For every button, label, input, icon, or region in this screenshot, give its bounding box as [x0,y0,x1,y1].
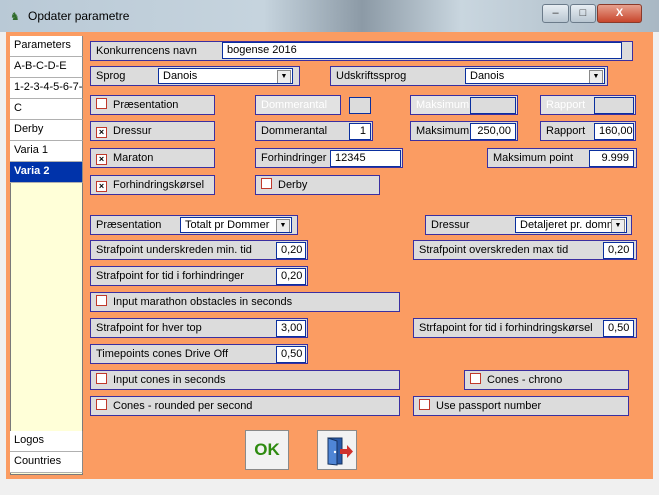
dressage-max-label: Maksimum [416,125,470,137]
presentation-checkbox[interactable]: Præsentation [90,95,215,115]
print-language-label: Udskriftssprog [336,70,407,82]
cones-seconds-label: Input cones in seconds [113,374,226,386]
penalty-time-cones-input[interactable]: 0,50 [603,320,634,337]
penalty-time-obstacles-label: Strafpoint for tid i forhindringer [96,270,244,282]
derby-label: Derby [278,179,308,191]
dressage-mode-label: Dressur [431,219,470,231]
tab-logos[interactable]: Logos [10,431,83,452]
tab-parameters[interactable]: Parameters [10,36,83,57]
cones-label: Forhindringskørsel [113,179,205,191]
timepoints-drive-off-input[interactable]: 0,50 [276,346,306,363]
chevron-down-icon: ▼ [611,219,625,232]
penalty-time-cones-label: Strfapoint for tid i forhindringskørsel [419,322,593,334]
presentation-mode-value: Totalt pr Dommer [185,219,270,231]
ok-button[interactable]: OK [245,430,289,470]
penalty-time-obstacles-input[interactable]: 0,20 [276,268,306,285]
maximize-button[interactable]: □ [570,4,596,23]
print-language-value: Danois [470,70,505,82]
dressage-judges-input[interactable]: 1 [349,123,371,140]
minimize-button[interactable]: – [542,4,569,23]
tab-derby[interactable]: Derby [10,120,83,141]
checkbox-unchecked-icon [96,399,107,410]
cones-seconds-checkbox[interactable]: Input cones in seconds [90,370,400,390]
print-language-select[interactable]: Danois ▼ [465,68,605,84]
timepoints-drive-off-label: Timepoints cones Drive Off [96,348,229,360]
dressage-checkbox[interactable]: × Dressur [90,121,215,141]
max-points-label: Maksimum point [493,152,574,164]
penalty-over-max-label: Strafpoint overskreden max tid [419,244,569,256]
obstacles-input[interactable]: 12345 [330,150,401,167]
marathon-seconds-label: Input marathon obstacles in seconds [113,296,293,308]
tab-countries[interactable]: Countries [10,452,83,473]
checkbox-checked-icon: × [96,181,107,192]
presentation-report-input [594,97,634,114]
chevron-down-icon: ▼ [589,70,603,83]
checkbox-unchecked-icon [96,295,107,306]
presentation-judges-input [349,97,371,114]
dressage-label: Dressur [113,125,152,137]
dressage-report-input[interactable]: 160,00 [594,123,634,140]
marathon-label: Maraton [113,152,154,164]
chevron-down-icon: ▼ [277,70,291,83]
tab-abcde[interactable]: A-B-C-D-E [10,57,83,78]
competition-name-input[interactable]: bogense 2016 [222,42,622,59]
tab-c[interactable]: C [10,99,83,120]
penalty-under-min-label: Strafpoint underskreden min. tid [96,244,252,256]
dressage-report-label: Rapport [546,125,586,137]
app-horse-icon: ♞ [10,11,20,23]
language-select[interactable]: Danois ▼ [158,68,293,84]
passport-label: Use passport number [436,400,542,412]
marathon-checkbox[interactable]: × Maraton [90,148,215,168]
presentation-mode-select[interactable]: Totalt pr Dommer ▼ [180,217,292,233]
cones-rounded-checkbox[interactable]: Cones - rounded per second [90,396,400,416]
cones-rounded-label: Cones - rounded per second [113,400,253,412]
checkbox-unchecked-icon [261,178,272,189]
presentation-mode-label: Præsentation [96,219,162,231]
exit-door-icon [327,437,353,466]
cones-chrono-label: Cones - chrono [487,374,563,386]
presentation-label: Præsentation [113,99,179,111]
passport-checkbox[interactable]: Use passport number [413,396,629,416]
checkbox-unchecked-icon [96,98,107,109]
cones-checkbox[interactable]: × Forhindringskørsel [90,175,215,195]
max-points-input[interactable]: 9.999 [589,150,634,167]
tab-1234567[interactable]: 1-2-3-4-5-6-7-8 [10,78,83,99]
dressage-judges-label: Dommerantal [261,125,328,137]
derby-checkbox[interactable]: Derby [255,175,380,195]
penalty-per-stop-label: Strafpoint for hver top [96,322,202,334]
checkbox-checked-icon: × [96,127,107,138]
penalty-per-stop-input[interactable]: 3,00 [276,320,306,337]
competition-name-label: Konkurrencens navn [96,45,197,57]
checkbox-unchecked-icon [419,399,430,410]
dressage-max-input[interactable]: 250,00 [470,123,516,140]
tab-varia-1[interactable]: Varia 1 [10,141,83,162]
marathon-seconds-checkbox[interactable]: Input marathon obstacles in seconds [90,292,400,312]
cones-chrono-checkbox[interactable]: Cones - chrono [464,370,629,390]
checkbox-checked-icon: × [96,154,107,165]
penalty-over-max-input[interactable]: 0,20 [603,242,634,259]
dressage-mode-select[interactable]: Detaljeret pr. domm ▼ [515,217,627,233]
close-button[interactable]: X [597,4,642,23]
presentation-judges-label: Dommerantal [255,95,341,115]
language-value: Danois [163,70,198,82]
obstacles-label: Forhindringer [261,152,327,164]
tab-varia-2[interactable]: Varia 2 [10,162,83,183]
status-bar [0,481,659,495]
window-title: Opdater parametre [28,9,130,23]
penalty-under-min-input[interactable]: 0,20 [276,242,306,259]
presentation-max-input [470,97,516,114]
chevron-down-icon: ▼ [276,219,290,232]
language-label: Sprog [96,70,126,82]
checkbox-unchecked-icon [96,373,107,384]
dressage-mode-value: Detaljeret pr. domm [520,219,616,231]
exit-button[interactable] [317,430,357,470]
checkbox-unchecked-icon [470,373,481,384]
